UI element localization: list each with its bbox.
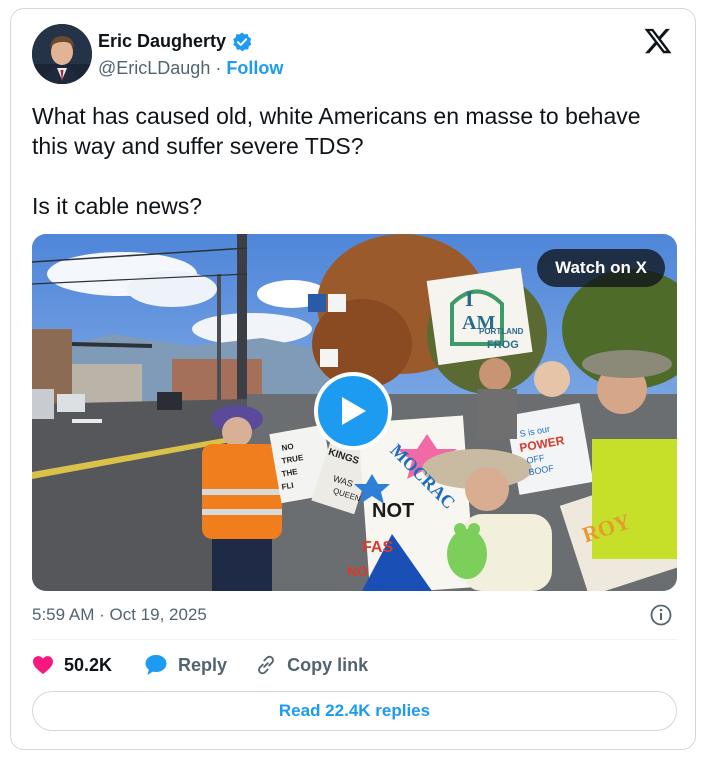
sign-text: PORTLAND [479,327,524,336]
follow-button[interactable]: Follow [226,58,283,79]
link-icon [258,655,274,675]
read-replies-button[interactable]: Read 22.4K replies [32,691,677,731]
play-icon [342,397,366,425]
reply-label: Reply [178,654,228,675]
divider [32,639,677,640]
author-name-row: Eric Daugherty [98,31,252,52]
copy-link-button[interactable]: Copy link [255,654,368,676]
sign-text: NOT [372,500,414,522]
avatar-photo [32,24,92,84]
tweet-timestamp[interactable]: 5:59 AM · Oct 19, 2025 [32,605,207,625]
x-logo-icon[interactable] [643,26,673,56]
sign-text: FAS [362,539,393,556]
watch-on-x-button[interactable]: Watch on X [537,249,665,287]
copy-link-label: Copy link [287,654,369,675]
sign-text: FROG [487,339,519,351]
avatar[interactable] [32,24,92,84]
action-bar: 50.2K Reply Copy link [32,654,368,676]
like-count: 50.2K [64,654,113,675]
play-button[interactable] [314,372,392,450]
verified-badge-icon [233,31,252,51]
handle-separator: · [215,58,222,78]
sign-text: NO [347,563,368,579]
reply-bubble-icon [145,655,167,675]
author-name[interactable]: Eric Daugherty [98,31,226,52]
author-handle[interactable]: @EricLDaugh [98,58,210,79]
timestamp-separator: · [99,605,105,624]
tweet-text: What has caused old, white Americans en … [32,103,641,219]
info-icon[interactable] [649,603,673,627]
reply-button[interactable]: Reply [144,654,227,676]
video-player[interactable]: I AM PORTLAND FROG NOT MOCRAC KINGS WAS … [32,234,677,591]
tweet-time: 5:59 AM [32,605,95,624]
like-button[interactable]: 50.2K [32,655,112,676]
sign-text: I [465,286,474,311]
tweet-card: Eric Daugherty @EricLDaugh · Follow What… [10,8,696,750]
heart-icon [33,656,53,675]
tweet-date: Oct 19, 2025 [109,605,207,624]
author-handle-row: @EricLDaugh · Follow [98,58,283,79]
